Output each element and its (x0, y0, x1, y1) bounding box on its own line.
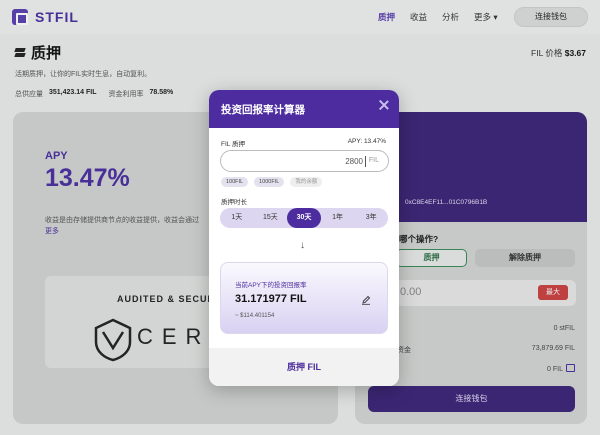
chip-1000fil[interactable]: 1000FIL (254, 177, 285, 187)
period-30d[interactable]: 30天 (287, 208, 321, 228)
roi-result-usd: ~ $114.401154 (235, 313, 275, 319)
modal-header: 投资回报率计算器 (209, 90, 399, 128)
arrow-down-icon: ↓ (300, 240, 305, 251)
chip-my-balance[interactable]: 我的余额 (290, 177, 323, 187)
modal-footer: 质押 FIL (209, 348, 399, 386)
period-selector: 1天 15天 30天 1年 3年 (220, 208, 388, 228)
roi-result-label: 当前APY下的投资回报率 (235, 282, 307, 289)
roi-calculator-modal: 投资回报率计算器 FIL 质押 APY: 13.47% 2800 FIL 100… (209, 90, 399, 386)
modal-apy: APY: 13.47% (347, 138, 386, 145)
period-3y[interactable]: 3年 (354, 208, 388, 228)
roi-result-value: 31.171977 FIL (235, 293, 307, 305)
roi-result-card: 当前APY下的投资回报率 31.171977 FIL ~ $114.401154 (220, 262, 388, 334)
modal-title: 投资回报率计算器 (221, 104, 305, 116)
fil-unit: FIL (368, 157, 379, 164)
close-icon[interactable] (379, 100, 389, 110)
chip-100fil[interactable]: 100FIL (221, 177, 249, 187)
stake-fil-button[interactable]: 质押 FIL (209, 348, 399, 386)
preset-chips: 100FIL 1000FIL 我的余额 (221, 177, 328, 187)
period-1d[interactable]: 1天 (220, 208, 254, 228)
period-1y[interactable]: 1年 (321, 208, 355, 228)
period-15d[interactable]: 15天 (254, 208, 288, 228)
period-label: 质押时长 (221, 199, 247, 206)
text-caret (365, 156, 366, 167)
fil-stake-label: FIL 质押 (221, 141, 245, 148)
edit-icon[interactable] (361, 295, 371, 305)
fil-amount-value: 2800 (345, 157, 363, 166)
fil-amount-input[interactable]: 2800 FIL (220, 150, 389, 172)
